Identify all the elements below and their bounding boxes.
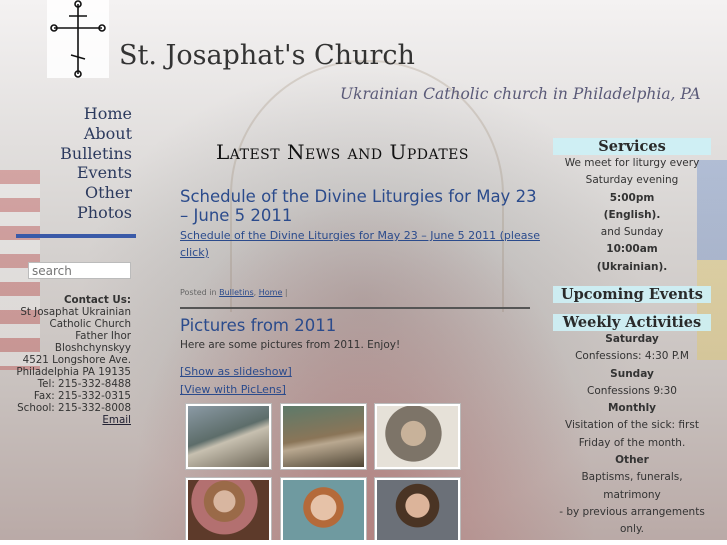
- contact-line: 4521 Longshore Ave.: [22, 354, 131, 366]
- post-title-schedule[interactable]: Schedule of the Divine Liturgies for May…: [180, 187, 540, 225]
- services-line: We meet for liturgy every: [564, 157, 700, 169]
- contact-school-phone: School: 215-332-8008: [17, 402, 131, 414]
- contact-email-link[interactable]: Email: [102, 414, 131, 426]
- section-title: Latest News and Updates: [216, 140, 469, 164]
- contact-line: Catholic Church: [49, 318, 131, 330]
- slideshow-link[interactable]: [Show as slideshow]: [180, 365, 292, 378]
- category-link-bulletins[interactable]: Bulletins: [219, 288, 254, 297]
- post-divider: [180, 307, 530, 309]
- post-link-schedule[interactable]: Schedule of the Divine Liturgies for May…: [180, 228, 540, 261]
- nav-item-home[interactable]: Home: [16, 104, 132, 124]
- contact-line: Bloshchynskyy: [54, 342, 131, 354]
- services-line: 10:00am: [606, 243, 658, 256]
- services-heading: Services: [553, 138, 711, 155]
- services-line: 5:00pm: [609, 191, 655, 204]
- piclens-link[interactable]: [View with PicLens]: [180, 383, 286, 396]
- post-text-pictures: Here are some pictures from 2011. Enjoy!: [180, 339, 401, 351]
- weekly-line: Baptisms, funerals, matrimony: [581, 471, 683, 501]
- services-text: We meet for liturgy every Saturday eveni…: [553, 155, 711, 276]
- site-title[interactable]: St. Josaphat's Church: [119, 40, 415, 71]
- weekly-line: only.: [619, 523, 645, 536]
- post-meta-suffix: |: [284, 288, 288, 297]
- contact-phone: Tel: 215-332-8488: [37, 378, 131, 390]
- services-line: and Sunday: [600, 226, 664, 239]
- weekly-line: Confessions: 4:30 P.M: [575, 350, 689, 363]
- nav-item-bulletins[interactable]: Bulletins: [16, 144, 132, 164]
- weekly-activities-heading: Weekly Activities: [553, 314, 711, 331]
- contact-fax: Fax: 215-332-0315: [33, 390, 131, 402]
- weekly-line: Monthly: [607, 402, 657, 415]
- main-nav: Home About Bulletins Events Other Photos: [16, 104, 132, 223]
- nav-divider: [16, 234, 136, 238]
- contact-line: Father Ihor: [75, 330, 131, 342]
- weekly-line: Confessions 9:30: [587, 384, 677, 397]
- gallery-thumbnail[interactable]: [375, 404, 460, 469]
- gallery-thumbnail[interactable]: [281, 478, 366, 543]
- nav-item-other[interactable]: Other: [16, 183, 132, 203]
- nav-item-photos[interactable]: Photos: [16, 203, 132, 223]
- gallery-thumbnail[interactable]: [281, 404, 366, 469]
- weekly-line: Saturday: [605, 333, 659, 345]
- services-line: (Ukrainian).: [596, 260, 668, 273]
- post-title-pictures[interactable]: Pictures from 2011: [180, 316, 336, 335]
- search-input[interactable]: [28, 262, 131, 279]
- nav-item-about[interactable]: About: [16, 124, 132, 144]
- gallery-thumbnail[interactable]: [186, 404, 271, 469]
- weekly-line: - by previous arrangements: [559, 505, 705, 518]
- contact-line: St Josaphat Ukrainian: [20, 306, 131, 318]
- gallery-thumbnail[interactable]: [186, 478, 271, 543]
- weekly-line: Visitation of the sick: first: [565, 419, 699, 432]
- weekly-line: Friday of the month.: [578, 436, 686, 449]
- upcoming-events-heading: Upcoming Events: [553, 286, 711, 303]
- site-tagline: Ukrainian Catholic church in Philadelphi…: [340, 85, 701, 103]
- cross-logo-icon[interactable]: [47, 0, 109, 78]
- contact-line: Philadelphia PA 19135: [16, 366, 131, 378]
- post-meta: Posted in Bulletins, Home |: [180, 288, 288, 297]
- weekly-line: Sunday: [610, 367, 654, 380]
- weekly-line: Other: [615, 454, 649, 467]
- category-link-home[interactable]: Home: [259, 288, 283, 297]
- contact-heading: Contact Us:: [63, 294, 131, 306]
- nav-item-events[interactable]: Events: [16, 163, 132, 183]
- weekly-activities-text: Saturday Confessions: 4:30 P.M Sunday Co…: [553, 331, 711, 539]
- page-bottom-edge: [0, 540, 727, 545]
- services-line: Saturday evening: [585, 174, 679, 187]
- services-line: (English).: [603, 208, 661, 221]
- post-meta-prefix: Posted in: [180, 288, 217, 297]
- contact-block: Contact Us: St Josaphat Ukrainian Cathol…: [8, 294, 131, 426]
- post-meta-sep: ,: [253, 288, 257, 297]
- gallery-thumbnail[interactable]: [375, 478, 460, 543]
